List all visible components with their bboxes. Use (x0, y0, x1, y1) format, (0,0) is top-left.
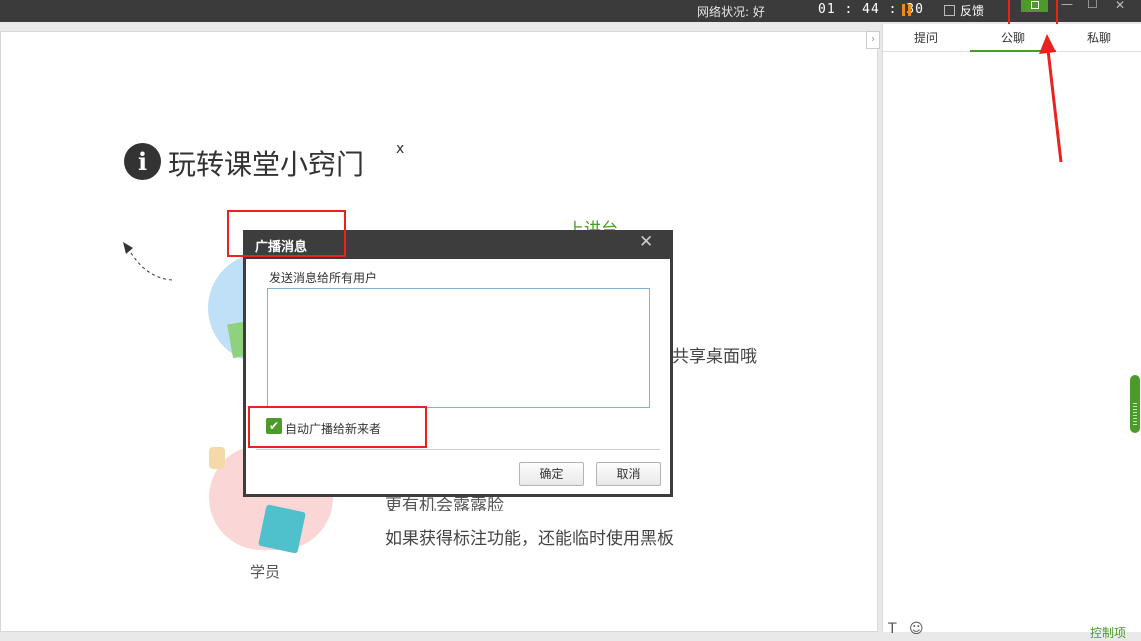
message-label: 发送消息给所有用户 (269, 271, 378, 285)
text-format-icon[interactable]: T (888, 621, 897, 637)
minimize-icon[interactable]: — (1061, 0, 1073, 11)
volume-slider[interactable] (1130, 375, 1140, 433)
tab-questions[interactable]: 提问 (883, 26, 969, 52)
student-book-illustration (258, 504, 306, 554)
network-status: 网络状况: 好 (697, 5, 765, 19)
dialog-body: 发送消息给所有用户 ✔ 自动广播给新来者 确定 取消 (246, 259, 670, 494)
tab-private-chat[interactable]: 私聊 (1056, 26, 1141, 52)
student-caption: 学员 (250, 563, 281, 581)
info-icon: i (124, 143, 161, 180)
chat-panel: 提问 公聊 私聊 (882, 24, 1141, 632)
share-desktop-text: 共享桌面哦 (672, 347, 757, 367)
emoji-icon[interactable]: ☺ (909, 621, 924, 637)
chat-tabs: 提问 公聊 私聊 (883, 26, 1141, 52)
message-input[interactable] (267, 288, 650, 408)
control-options-link[interactable]: 控制项 (1090, 624, 1126, 641)
dialog-divider (256, 449, 660, 450)
feedback-button[interactable]: 反馈 (944, 2, 984, 19)
ok-button[interactable]: 确定 (519, 462, 584, 486)
chat-toolbar: T ☺ (888, 621, 924, 637)
annotation-box-checkbox (248, 406, 427, 448)
tip-line-blackboard: 如果获得标注功能，还能临时使用黑板 (385, 529, 674, 549)
annotation-box-dialog-title (227, 210, 346, 257)
pause-icon[interactable] (902, 4, 912, 16)
maximize-icon[interactable]: ☐ (1087, 0, 1098, 11)
tips-title: 玩转课堂小窍门 (168, 148, 365, 181)
feedback-icon (944, 5, 955, 16)
close-icon[interactable]: ✕ (1115, 0, 1125, 12)
student-hand-illustration (209, 447, 225, 469)
feedback-label: 反馈 (960, 4, 985, 18)
sparkle-icon: ⅹ (396, 141, 405, 157)
top-bar: 网络状况: 好 01 : 44 : 30 反馈 — ☐ ✕ (0, 0, 1141, 22)
annotation-arrow (1039, 34, 1063, 163)
dialog-close-icon[interactable]: ✕ (639, 232, 653, 252)
broadcast-dialog: 广播消息 ✕ 发送消息给所有用户 ✔ 自动广播给新来者 确定 取消 (243, 230, 673, 497)
cancel-button[interactable]: 取消 (596, 462, 661, 486)
collapse-arrow-icon[interactable]: › (866, 31, 880, 49)
dashed-arrow-icon (123, 242, 173, 281)
